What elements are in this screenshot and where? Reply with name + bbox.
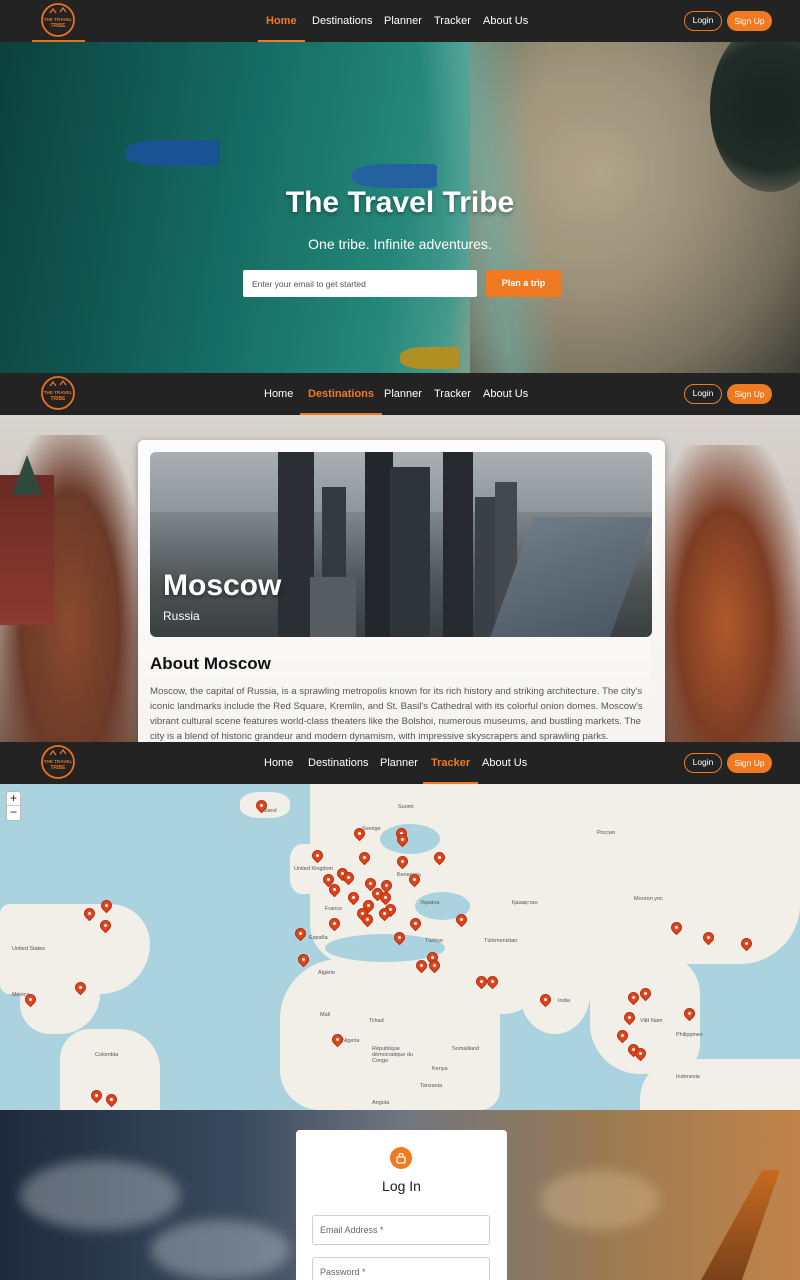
map-label: Tchad bbox=[369, 1018, 384, 1024]
map-pin[interactable] bbox=[292, 925, 309, 942]
nav-home[interactable]: Home bbox=[258, 0, 305, 42]
map-label: United Kingdom bbox=[294, 866, 334, 872]
brand-logo[interactable]: THE TRAVEL TRIBE bbox=[40, 1, 76, 39]
signup-button[interactable]: Sign Up bbox=[727, 753, 772, 773]
about-title: About Moscow bbox=[150, 654, 271, 673]
baltic-sea bbox=[380, 824, 440, 854]
nav-tracker[interactable]: Tracker bbox=[434, 0, 471, 42]
bg-cloud bbox=[150, 1220, 290, 1280]
nav-destinations[interactable]: Destinations bbox=[308, 742, 369, 784]
destination-card: Moscow Russia About Moscow Moscow, the c… bbox=[138, 440, 665, 742]
svg-text:THE TRAVEL: THE TRAVEL bbox=[44, 17, 73, 22]
map-label: Россия bbox=[597, 830, 616, 836]
svg-text:TRIBE: TRIBE bbox=[51, 23, 67, 29]
map-label: Colombia bbox=[95, 1052, 119, 1058]
navbar-home: THE TRAVEL TRIBE Home Destinations Plann… bbox=[0, 0, 800, 42]
bg-autumn-tree bbox=[650, 445, 800, 742]
map-label: India bbox=[558, 998, 570, 1004]
svg-text:TRIBE: TRIBE bbox=[51, 765, 67, 771]
skyscraper bbox=[443, 452, 473, 637]
map-label: République démocratique du Congo bbox=[372, 1046, 413, 1064]
brand-logo[interactable]: THE TRAVEL TRIBE bbox=[40, 743, 76, 781]
nav-destinations[interactable]: Destinations bbox=[312, 0, 373, 42]
zoom-in-button[interactable]: + bbox=[7, 792, 20, 806]
lock-icon bbox=[390, 1147, 412, 1169]
nav-tracker[interactable]: Tracker bbox=[422, 742, 479, 784]
signup-button[interactable]: Sign Up bbox=[727, 11, 772, 31]
nav-about[interactable]: About Us bbox=[483, 373, 528, 415]
skyscraper bbox=[365, 452, 393, 637]
map-label: Việt Nam bbox=[640, 1018, 663, 1024]
travel-map[interactable]: Ísland Sverige Suomi Россия United Kingd… bbox=[0, 784, 800, 1110]
skyscraper bbox=[310, 577, 356, 637]
navbar-tracker: THE TRAVEL TRIBE Home Destinations Plann… bbox=[0, 742, 800, 784]
login-title: Log In bbox=[382, 1178, 421, 1194]
plan-trip-button[interactable]: Plan a trip bbox=[486, 270, 561, 297]
map-label: España bbox=[309, 935, 328, 941]
bg-cloud bbox=[540, 1170, 660, 1230]
nav-planner[interactable]: Planner bbox=[384, 373, 422, 415]
map-label: Suomi bbox=[398, 804, 414, 810]
bg-kremlin-tower bbox=[0, 475, 54, 625]
map-label: France bbox=[325, 906, 343, 912]
password-field[interactable] bbox=[312, 1257, 490, 1280]
bg-airplane-wing bbox=[690, 1170, 780, 1280]
nav-planner[interactable]: Planner bbox=[380, 742, 418, 784]
brand-logo[interactable]: THE TRAVEL TRIBE bbox=[40, 374, 76, 412]
map-label: Қазақстан bbox=[512, 900, 538, 906]
navbar-destinations: THE TRAVEL TRIBE Home Destinations Plann… bbox=[0, 373, 800, 415]
city-name: Moscow bbox=[163, 569, 282, 602]
map-label: Indonesia bbox=[676, 1074, 700, 1080]
map-label: Україна bbox=[420, 900, 440, 906]
nav-about[interactable]: About Us bbox=[482, 742, 527, 784]
nav-planner[interactable]: Planner bbox=[384, 0, 422, 42]
map-label: Nigeria bbox=[342, 1038, 360, 1044]
map-label: Монгол улс bbox=[634, 896, 663, 902]
login-button[interactable]: Login bbox=[684, 753, 722, 773]
zoom-out-button[interactable]: − bbox=[7, 806, 20, 820]
map-label: Philippines bbox=[676, 1032, 703, 1038]
nav-tracker[interactable]: Tracker bbox=[434, 373, 471, 415]
map-label: Türkiye bbox=[425, 938, 444, 944]
hero-email-input[interactable] bbox=[243, 270, 477, 297]
nav-destinations[interactable]: Destinations bbox=[299, 373, 383, 415]
map-label: Angola bbox=[372, 1100, 390, 1106]
map-label: Kenya bbox=[432, 1066, 448, 1072]
map-label: Somaliland bbox=[452, 1046, 480, 1052]
destination-section: Moscow Russia About Moscow Moscow, the c… bbox=[0, 415, 800, 742]
skyscraper bbox=[390, 467, 430, 637]
nav-home[interactable]: Home bbox=[264, 742, 293, 784]
svg-text:THE TRAVEL: THE TRAVEL bbox=[44, 390, 73, 395]
map-pin[interactable] bbox=[295, 951, 312, 968]
login-button[interactable]: Login bbox=[684, 384, 722, 404]
land-indonesia bbox=[640, 1059, 800, 1110]
svg-text:THE TRAVEL: THE TRAVEL bbox=[44, 759, 73, 764]
skyscraper bbox=[278, 452, 314, 637]
map-label: Algérie bbox=[318, 970, 336, 976]
city-photo: Moscow Russia bbox=[150, 452, 652, 637]
map-label: Mali bbox=[320, 1012, 331, 1018]
nav-home[interactable]: Home bbox=[264, 373, 293, 415]
about-text: Moscow, the capital of Russia, is a spra… bbox=[150, 686, 643, 742]
land-india bbox=[520, 954, 590, 1034]
map-label: Tanzania bbox=[420, 1083, 443, 1089]
login-section: Log In bbox=[0, 1110, 800, 1280]
hero-title: The Travel Tribe bbox=[285, 186, 515, 219]
nav-about[interactable]: About Us bbox=[483, 0, 528, 42]
login-card: Log In bbox=[296, 1130, 507, 1280]
hero-subtitle: One tribe. Infinite adventures. bbox=[308, 236, 492, 252]
login-button[interactable]: Login bbox=[684, 11, 722, 31]
bg-cloud bbox=[20, 1160, 180, 1230]
map-label: Türkmenistan bbox=[484, 938, 518, 944]
map-zoom-control: + − bbox=[6, 791, 21, 821]
map-label: United States bbox=[12, 946, 46, 952]
svg-text:TRIBE: TRIBE bbox=[51, 396, 67, 402]
email-field[interactable] bbox=[312, 1215, 490, 1245]
signup-button[interactable]: Sign Up bbox=[727, 384, 772, 404]
country-name: Russia bbox=[163, 609, 200, 623]
hero-section: The Travel Tribe One tribe. Infinite adv… bbox=[0, 42, 800, 373]
